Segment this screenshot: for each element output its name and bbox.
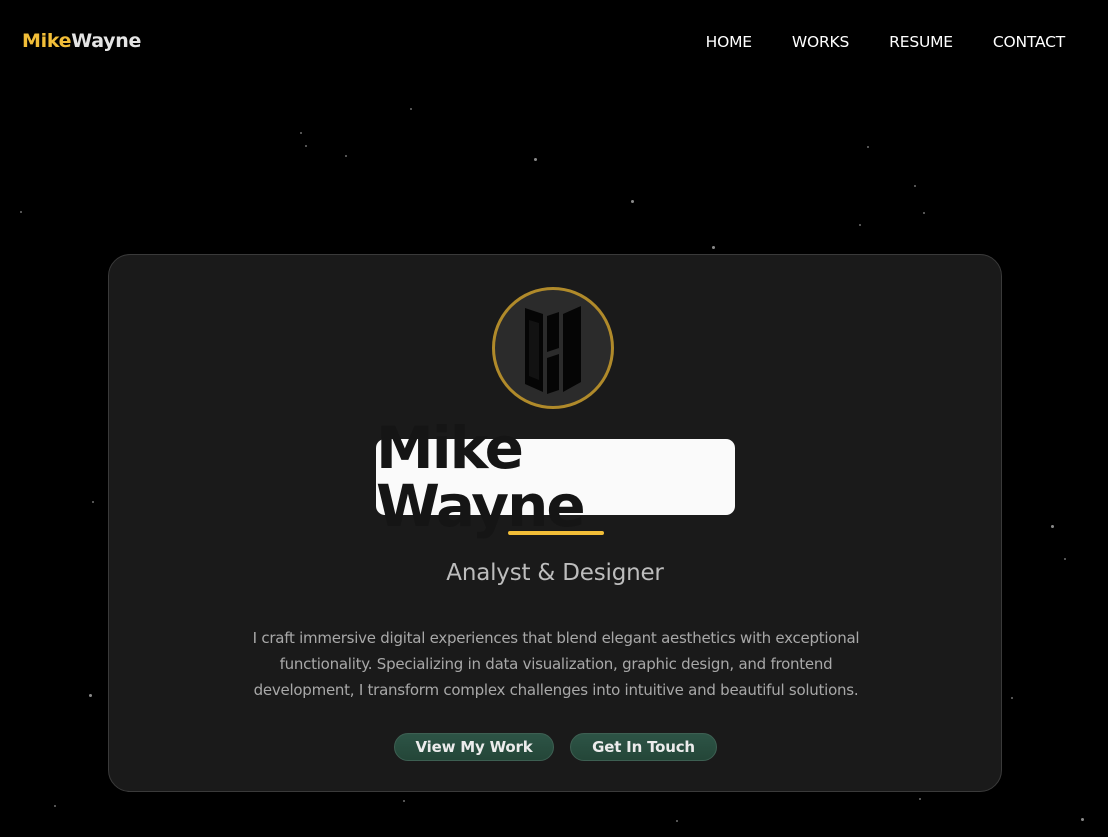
mw-monogram-icon [525,306,581,394]
star [534,158,537,161]
star [20,211,22,213]
star [1011,697,1013,699]
star [914,185,916,187]
star [54,805,56,807]
star [676,820,678,822]
star [1081,818,1084,821]
avatar [492,287,614,409]
hero-role: Analyst & Designer [446,560,664,586]
star [867,146,869,148]
star [410,108,412,110]
name-highlight: Mike Wayne [376,419,735,535]
star [1051,525,1054,528]
main-nav: HOME WORKS RESUME CONTACT [666,33,1066,51]
brand-first-name: Mike [22,30,72,52]
view-my-work-button[interactable]: View My Work [394,733,554,761]
brand-last-name: Wayne [71,30,142,52]
nav-item-contact[interactable]: CONTACT [993,33,1065,51]
star [1064,558,1066,560]
star [859,224,861,226]
star [92,501,94,503]
name-underline [508,531,604,535]
get-in-touch-button[interactable]: Get In Touch [570,733,717,761]
hero-name: Mike Wayne [376,414,586,540]
portfolio-page: MikeWayne HOME WORKS RESUME CONTACT Mike… [0,0,1108,837]
hero-bio: I craft immersive digital experiences th… [252,629,860,699]
hero-card: Mike Wayne Analyst & Designer I craft im… [108,254,1002,792]
star [89,694,92,697]
nav-item-works[interactable]: WORKS [792,33,850,51]
star [631,200,634,203]
nav-item-resume[interactable]: RESUME [889,33,953,51]
star [300,132,302,134]
star [919,798,921,800]
nav-item-home[interactable]: HOME [706,33,752,51]
star [923,212,925,214]
brand-logo[interactable]: MikeWayne [22,30,141,52]
star [712,246,715,249]
star [403,800,405,802]
star [305,145,307,147]
star [345,155,347,157]
